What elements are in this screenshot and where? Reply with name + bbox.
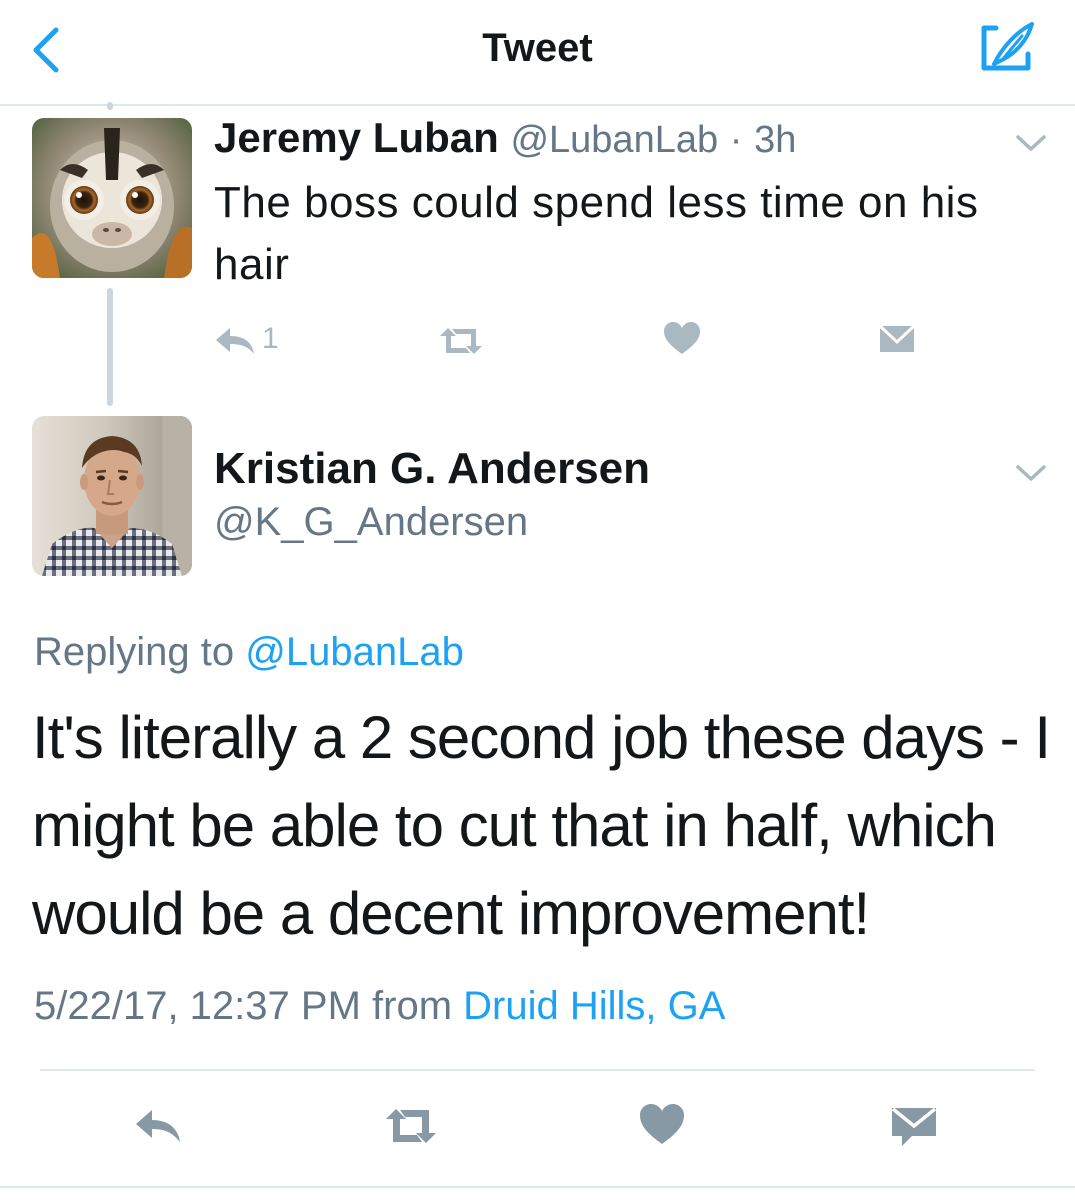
parent-retweet-button[interactable]	[436, 326, 486, 356]
main-tweet-menu-button[interactable]	[1014, 462, 1048, 484]
chevron-down-icon	[1016, 465, 1046, 481]
actions-divider	[40, 1069, 1035, 1071]
parent-reply-button[interactable]	[214, 326, 260, 356]
compose-tweet-icon	[981, 22, 1034, 71]
owl-monkey-avatar-image	[32, 118, 192, 278]
retweet-icon	[440, 328, 482, 354]
bottom-divider	[0, 1186, 1075, 1188]
kristian-andersen-avatar-image	[32, 416, 192, 576]
envelope-icon	[878, 324, 916, 352]
heart-icon	[640, 1104, 684, 1144]
parent-time-ago: 3h	[754, 119, 797, 161]
thread-line-top	[107, 102, 113, 110]
page-title: Tweet	[482, 26, 593, 70]
reply-icon	[136, 1110, 180, 1142]
tweet-meta: 5/22/17, 12:37 PM from Druid Hills, GA	[34, 984, 725, 1029]
parent-time-separator: ·	[729, 119, 743, 161]
like-button[interactable]	[640, 1104, 684, 1146]
direct-message-button[interactable]	[890, 1104, 938, 1148]
main-tweet-text: It's literally a 2 second job these days…	[32, 704, 1051, 947]
tweet-location-link[interactable]: Druid Hills, GA	[463, 984, 725, 1028]
nav-header: Tweet	[0, 0, 1075, 106]
heart-icon	[664, 322, 700, 354]
replying-to-line: Replying to @LubanLab	[34, 630, 464, 675]
envelope-icon	[891, 1107, 937, 1146]
main-author-handle[interactable]: @K_G_Andersen	[214, 500, 528, 545]
parent-tweet-text: The boss could spend less time on his ha…	[214, 178, 979, 289]
tweet-timestamp[interactable]: 5/22/17, 12:37 PM	[34, 984, 361, 1028]
parent-tweet-menu-button[interactable]	[1014, 132, 1048, 154]
parent-reply-count: 1	[262, 322, 279, 355]
parent-author-name[interactable]: Jeremy Luban	[214, 114, 499, 161]
main-author-name[interactable]: Kristian G. Andersen	[214, 444, 650, 494]
from-label: from	[372, 984, 453, 1028]
reply-icon	[216, 328, 254, 354]
replying-to-link[interactable]: @LubanLab	[245, 630, 464, 674]
retweet-icon	[386, 1109, 436, 1143]
avatar-jeremy-luban[interactable]	[32, 118, 192, 278]
parent-tweet-header: Jeremy Luban @LubanLab · 3h	[214, 114, 796, 162]
chevron-down-icon	[1016, 135, 1046, 151]
parent-author-handle[interactable]: @LubanLab	[510, 119, 718, 161]
parent-dm-button[interactable]	[878, 322, 916, 356]
replying-prefix: Replying to	[34, 630, 235, 674]
reply-button[interactable]	[134, 1108, 186, 1144]
avatar-kristian-andersen[interactable]	[32, 416, 192, 576]
retweet-button[interactable]	[382, 1106, 440, 1146]
thread-line-connector	[107, 288, 113, 406]
parent-like-button[interactable]	[664, 322, 700, 356]
compose-button[interactable]	[972, 18, 1042, 82]
